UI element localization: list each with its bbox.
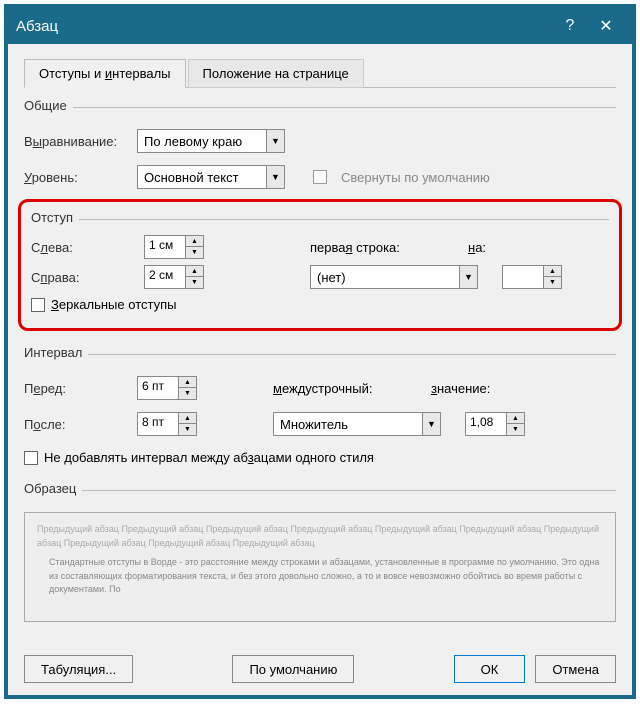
dialog-frame: Абзац ? ✕ Отступы и интервалы Положение …	[4, 4, 636, 699]
row-spacing-before: Перед: 6 пт ▲▼ междустрочный: значение:	[24, 376, 616, 400]
spin-down-icon[interactable]: ▼	[186, 247, 204, 259]
indent-by-input[interactable]	[502, 265, 544, 289]
after-input[interactable]: 8 пт	[137, 412, 179, 436]
linespacing-label: междустрочный:	[273, 381, 423, 396]
row-level: Уровень: Основной текст ▼ Свернуты по ум…	[24, 165, 616, 189]
level-select[interactable]: Основной текст	[137, 165, 267, 189]
default-button[interactable]: По умолчанию	[232, 655, 354, 683]
chevron-down-icon[interactable]: ▼	[460, 265, 478, 289]
collapsed-checkbox	[313, 170, 327, 184]
tab-position-on-page[interactable]: Положение на странице	[188, 59, 364, 88]
group-general-title: Общие	[24, 98, 67, 117]
spin-down-icon[interactable]: ▼	[507, 424, 525, 436]
indent-right-input[interactable]: 2 см	[144, 265, 186, 289]
spin-down-icon[interactable]: ▼	[179, 424, 197, 436]
indent-left-input[interactable]: 1 см	[144, 235, 186, 259]
spin-up-icon[interactable]: ▲	[186, 235, 204, 247]
firstline-label: первая строка:	[310, 240, 460, 255]
preview-sample-text: Стандартные отступы в Ворде - это рассто…	[37, 556, 603, 597]
indent-left-label: Слева:	[31, 240, 136, 255]
at-label: значение:	[431, 381, 516, 396]
help-icon[interactable]: ?	[552, 17, 588, 35]
spin-down-icon[interactable]: ▼	[186, 277, 204, 289]
row-indent-left: Слева: 1 см ▲▼ первая строка: на:	[31, 235, 609, 259]
row-indent-right: Справа: 2 см ▲▼ (нет) ▼ ▲▼	[31, 265, 609, 289]
tabstrip: Отступы и интервалы Положение на страниц…	[24, 58, 616, 88]
dontadd-label: Не добавлять интервал между абзацами одн…	[44, 450, 374, 465]
dialog-content: Отступы и интервалы Положение на страниц…	[8, 44, 632, 695]
spin-up-icon[interactable]: ▲	[186, 265, 204, 277]
spin-up-icon[interactable]: ▲	[179, 412, 197, 424]
mirror-label: Зеркальные отступы	[51, 297, 176, 312]
spin-down-icon[interactable]: ▼	[544, 277, 562, 289]
row-dontadd: Не добавлять интервал между абзацами одн…	[24, 450, 616, 465]
group-spacing-title: Интервал	[24, 345, 82, 364]
spin-down-icon[interactable]: ▼	[179, 388, 197, 400]
spin-up-icon[interactable]: ▲	[544, 265, 562, 277]
dialog-title: Абзац	[16, 18, 552, 35]
spin-up-icon[interactable]: ▲	[507, 412, 525, 424]
tabs-button[interactable]: Табуляция...	[24, 655, 133, 683]
indent-by-label: на:	[468, 240, 553, 255]
tab-indents-spacing[interactable]: Отступы и интервалы	[24, 59, 186, 88]
mirror-checkbox[interactable]	[31, 298, 45, 312]
collapsed-label: Свернуты по умолчанию	[341, 170, 490, 185]
title-bar: Абзац ? ✕	[8, 8, 632, 44]
before-input[interactable]: 6 пт	[137, 376, 179, 400]
firstline-select[interactable]: (нет)	[310, 265, 460, 289]
preview-prev-text: Предыдущий абзац Предыдущий абзац Предыд…	[37, 523, 603, 550]
level-label: Уровень:	[24, 170, 129, 185]
chevron-down-icon[interactable]: ▼	[423, 412, 441, 436]
close-icon[interactable]: ✕	[588, 16, 624, 36]
dontadd-checkbox[interactable]	[24, 451, 38, 465]
highlight-indent: Отступ Слева: 1 см ▲▼ первая строка: на:…	[18, 199, 622, 331]
chevron-down-icon[interactable]: ▼	[267, 165, 285, 189]
cancel-button[interactable]: Отмена	[535, 655, 616, 683]
linespacing-select[interactable]: Множитель	[273, 412, 423, 436]
dialog-footer: Табуляция... По умолчанию ОК Отмена	[24, 649, 616, 683]
row-mirror: Зеркальные отступы	[31, 297, 609, 312]
after-label: После:	[24, 417, 129, 432]
indent-right-label: Справа:	[31, 270, 136, 285]
group-preview-title: Образец	[24, 481, 76, 500]
chevron-down-icon[interactable]: ▼	[267, 129, 285, 153]
divider	[73, 107, 616, 108]
alignment-label: Выравнивание:	[24, 134, 129, 149]
spin-up-icon[interactable]: ▲	[179, 376, 197, 388]
preview-box: Предыдущий абзац Предыдущий абзац Предыд…	[24, 512, 616, 622]
group-indent-title: Отступ	[31, 210, 73, 229]
row-spacing-after: После: 8 пт ▲▼ Множитель ▼ 1,08 ▲▼	[24, 412, 616, 436]
ok-button[interactable]: ОК	[454, 655, 526, 683]
alignment-select[interactable]: По левому краю	[137, 129, 267, 153]
at-input[interactable]: 1,08	[465, 412, 507, 436]
row-alignment: Выравнивание: По левому краю ▼	[24, 129, 616, 153]
group-general: Общие	[24, 98, 616, 117]
before-label: Перед:	[24, 381, 129, 396]
